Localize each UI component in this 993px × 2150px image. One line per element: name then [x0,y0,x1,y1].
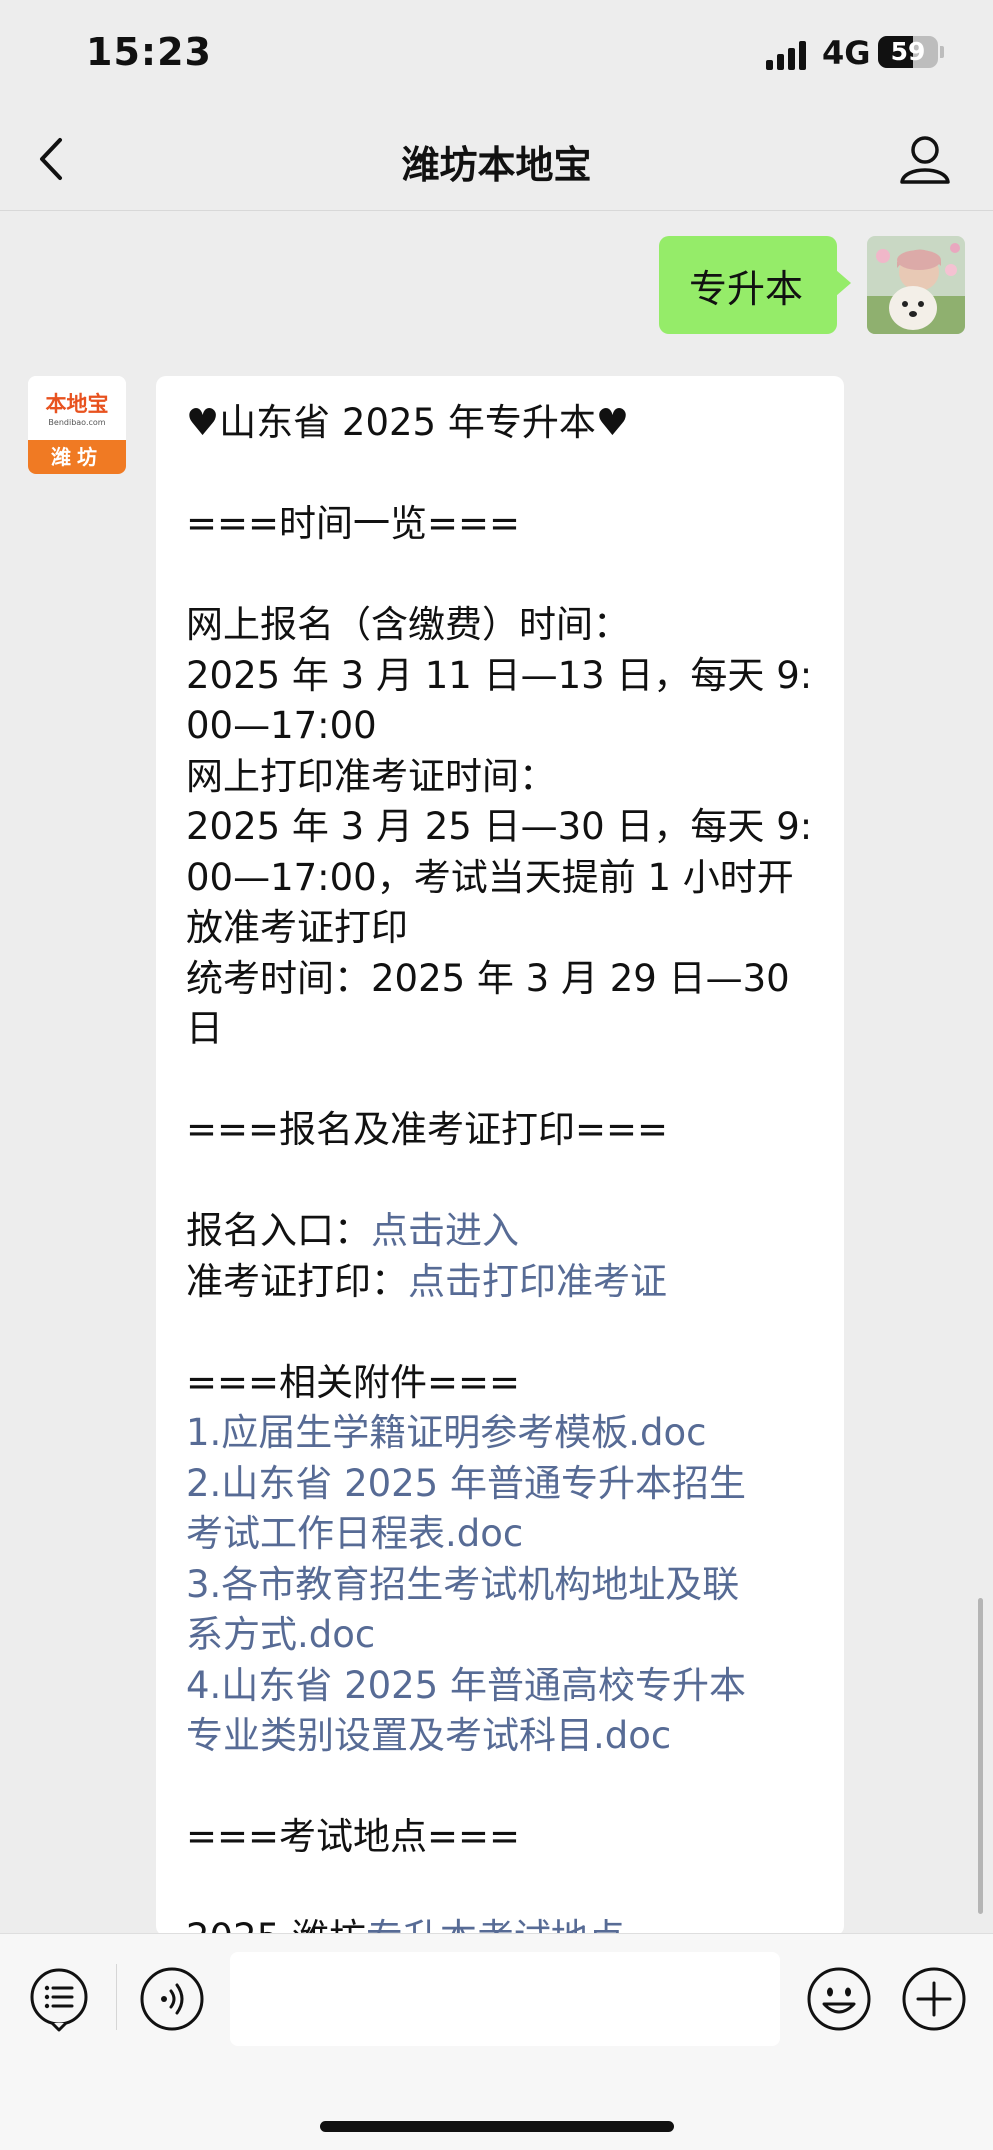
network-type: 4G [822,34,871,72]
registration-entry-link[interactable]: 点击进入 [371,1209,519,1252]
emoji-button[interactable] [806,1966,872,2032]
avatar-city: 潍坊 [28,440,126,474]
chat-title: 潍坊本地宝 [401,143,592,187]
nav-bar: 潍坊本地宝 [0,108,993,211]
scrollbar[interactable] [978,1598,983,1914]
print-time-line: 00—17:00，考试当天提前 1 小时开 [186,855,794,899]
plus-icon [902,1967,966,2031]
attachment-text: 3.各市教育招生考试机构地址及联 [186,1562,740,1606]
attachment-link-4[interactable]: 4.山东省 2025 年普通高校专升本 专业类别设置及考试科目.doc [186,1661,816,1762]
user-avatar-image [867,236,965,334]
attachment-text: 2.山东省 2025 年普通专升本招生 [186,1461,746,1505]
battery-icon: 59 [878,36,938,68]
official-account-avatar[interactable]: 本地宝 Bendibao.com 潍坊 [28,376,126,474]
section-heading-time: ===时间一览=== [186,502,521,545]
emoji-icon [807,1967,871,2031]
avatar-logo-sub: Bendibao.com [48,418,106,427]
attachment-text: 系方式.doc [186,1613,376,1656]
sent-text: 专升本 [689,266,804,311]
profile-button[interactable] [896,130,954,188]
attachment-link-1[interactable]: 1.应届生学籍证明参考模板.doc [186,1408,816,1459]
print-ticket-label: 网上打印准考证时间： [186,754,556,798]
received-message-bubble[interactable]: ♥山东省 2025 年专升本♥ ===时间一览=== 网上报名（含缴费）时间： … [156,376,844,1936]
list-menu-icon [30,1968,88,2032]
print-time-line: 放准考证打印 [186,906,408,949]
menu-button[interactable] [26,1966,92,2032]
ticket-print-label: 准考证打印： [186,1259,408,1303]
exam-time-line: 日 [186,1007,223,1050]
section-heading-attachments: ===相关附件=== [186,1360,521,1404]
avatar-logo-text: 本地宝 [45,392,109,416]
print-time-line: 2025 年 3 月 25 日—30 日，每天 9: [186,805,813,848]
attachment-text: 考试工作日程表.doc [186,1512,524,1555]
input-bar [0,1933,993,2150]
sent-bubble[interactable]: 专升本 [659,236,851,334]
person-icon [900,136,950,184]
voice-button[interactable] [139,1966,205,2032]
section-heading-register: ===报名及准考证打印=== [186,1108,669,1151]
attachment-text: 1.应届生学籍证明参考模板.doc [186,1411,707,1454]
ticket-print-link[interactable]: 点击打印准考证 [408,1260,667,1303]
attachment-text: 4.山东省 2025 年普通高校专升本 [186,1663,746,1707]
registration-entry-label: 报名入口： [186,1209,371,1252]
attachment-text: 专业类别设置及考试科目.doc [186,1714,672,1757]
attachment-link-3[interactable]: 3.各市教育招生考试机构地址及联 系方式.doc [186,1560,816,1661]
registration-label: 网上报名（含缴费）时间： [186,603,630,646]
sent-message-row: 专升本 [659,236,965,334]
message-input[interactable] [230,1952,780,2046]
battery-level: 59 [890,37,926,66]
registration-entry-line: 报名入口：点击进入 [186,1206,816,1257]
voice-icon [140,1967,204,2031]
registration-time-line: 2025 年 3 月 11 日—13 日，每天 9: [186,653,813,697]
message-title: ♥山东省 2025 年专升本♥ [186,401,630,444]
status-time: 15:23 [86,30,212,74]
user-avatar[interactable] [867,236,965,334]
exam-time-line: 统考时间：2025 年 3 月 29 日—30 [186,956,790,1000]
home-indicator[interactable] [320,2121,674,2132]
attachment-link-2[interactable]: 2.山东省 2025 年普通专升本招生 考试工作日程表.doc [186,1459,816,1560]
section-heading-location: ===考试地点=== [186,1815,521,1858]
status-bar: 15:23 4G 59 [0,0,993,108]
signal-icon [766,40,808,70]
registration-time-line: 00—17:00 [186,704,377,747]
ticket-print-line: 准考证打印：点击打印准考证 [186,1257,816,1308]
plus-button[interactable] [901,1966,967,2032]
